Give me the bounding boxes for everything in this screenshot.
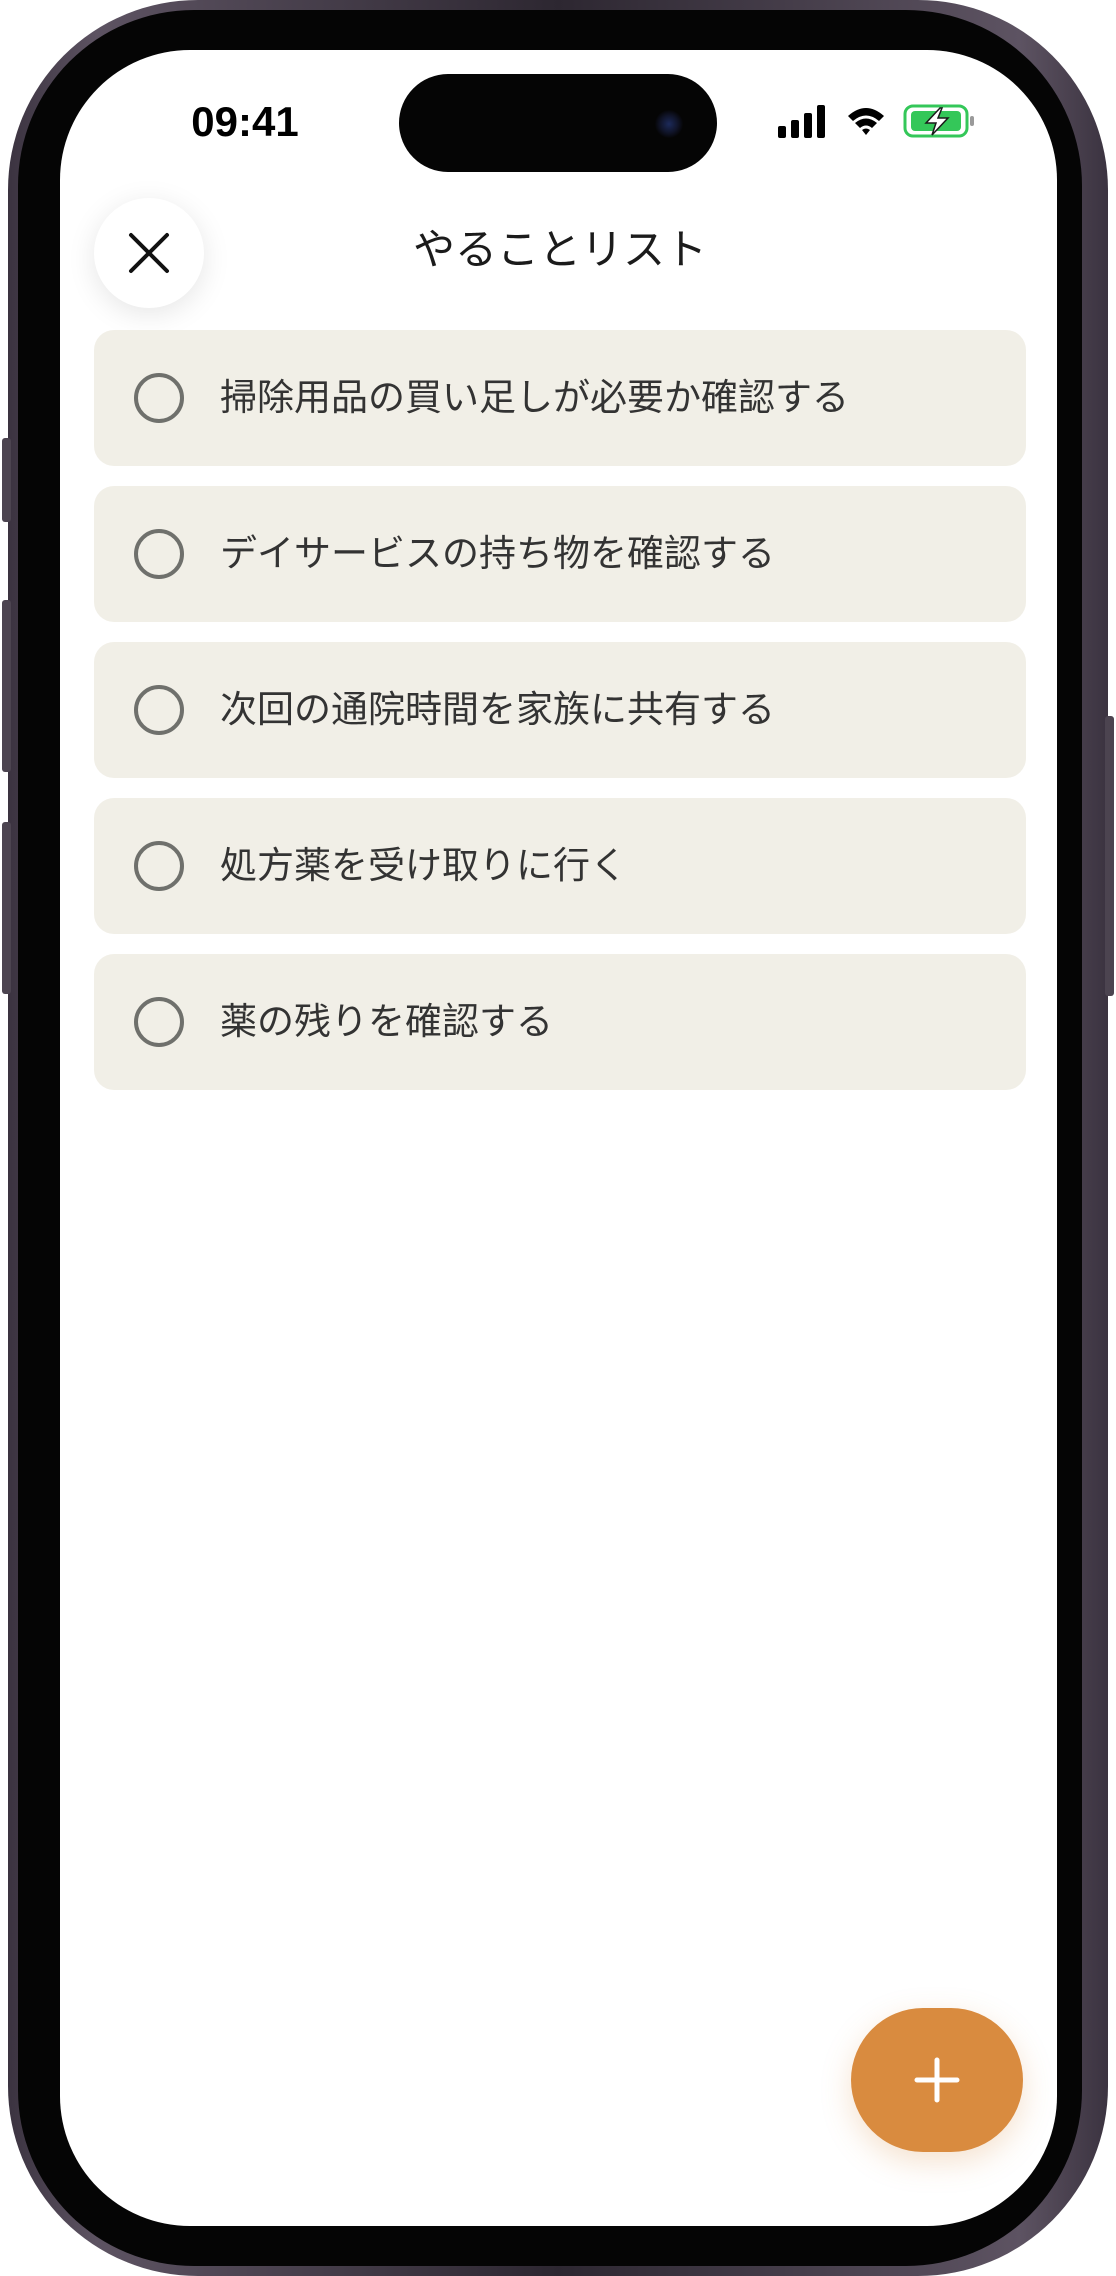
front-camera-icon xyxy=(655,110,683,138)
action-button xyxy=(2,438,11,522)
status-icons xyxy=(778,102,1038,142)
todo-item-label: 次回の通院時間を家族に共有する xyxy=(220,688,775,731)
cellular-signal-icon xyxy=(778,105,825,138)
todo-list: 掃除用品の買い足しが必要か確認する デイサービスの持ち物を確認する 次回の通院時… xyxy=(94,330,1026,1110)
todo-item[interactable]: デイサービスの持ち物を確認する xyxy=(94,486,1026,622)
todo-checkbox[interactable] xyxy=(134,841,184,891)
todo-checkbox[interactable] xyxy=(134,529,184,579)
todo-item[interactable]: 次回の通院時間を家族に共有する xyxy=(94,642,1026,778)
todo-checkbox[interactable] xyxy=(134,997,184,1047)
todo-item-label: デイサービスの持ち物を確認する xyxy=(220,532,775,575)
todo-checkbox[interactable] xyxy=(134,685,184,735)
battery-charging-icon xyxy=(903,104,974,138)
dynamic-island xyxy=(399,74,717,172)
todo-item[interactable]: 薬の残りを確認する xyxy=(94,954,1026,1090)
status-time: 09:41 xyxy=(191,98,299,145)
plus-icon xyxy=(914,2057,960,2103)
page-title: やることリスト xyxy=(412,225,707,274)
close-icon xyxy=(129,233,169,273)
todo-item-label: 処方薬を受け取りに行く xyxy=(220,844,627,887)
wifi-icon xyxy=(848,108,884,135)
add-task-button[interactable] xyxy=(851,2008,1023,2152)
close-button[interactable] xyxy=(94,198,204,308)
volume-up-button xyxy=(2,600,11,772)
volume-down-button xyxy=(2,822,11,994)
todo-item[interactable]: 掃除用品の買い足しが必要か確認する xyxy=(94,330,1026,466)
todo-item-label: 掃除用品の買い足しが必要か確認する xyxy=(220,376,849,419)
todo-item-label: 薬の残りを確認する xyxy=(220,1000,553,1043)
app-screen: 09:41 やることリスト 掃除用品の買い足しが必要か確認する デイサービスの持… xyxy=(60,50,1057,2226)
power-button xyxy=(1105,716,1114,996)
todo-checkbox[interactable] xyxy=(134,373,184,423)
todo-item[interactable]: 処方薬を受け取りに行く xyxy=(94,798,1026,934)
